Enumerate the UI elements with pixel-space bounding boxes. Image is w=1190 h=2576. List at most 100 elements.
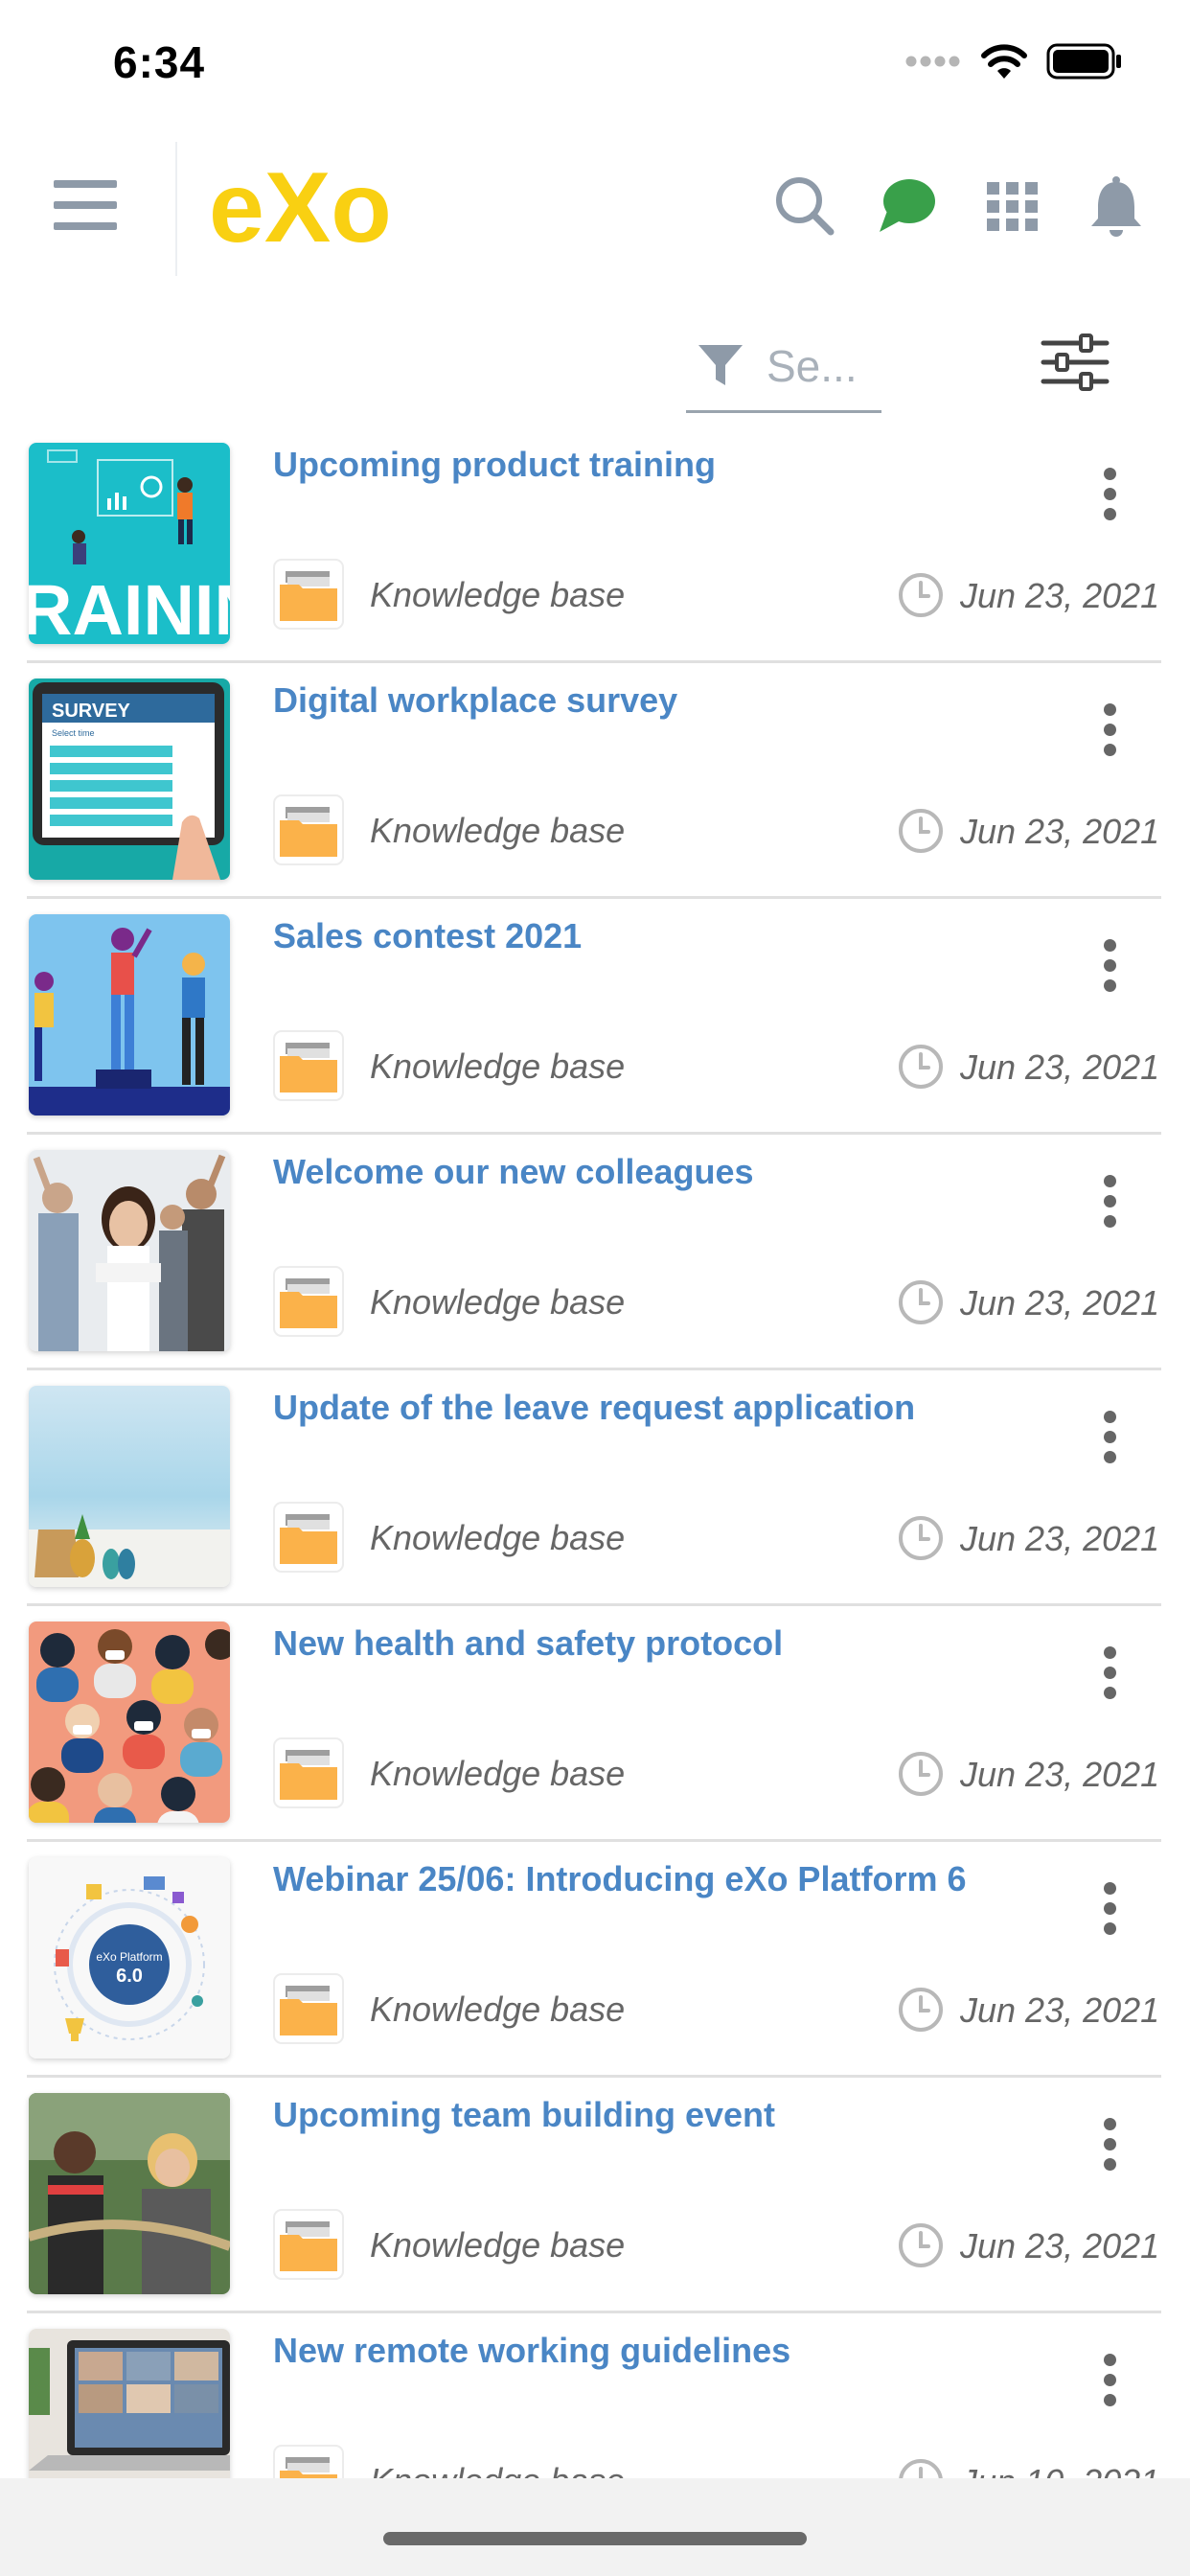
news-date: Jun 23, 2021 (960, 1990, 1160, 2030)
space-name: Knowledge base (370, 811, 626, 850)
more-options-icon[interactable] (1088, 1646, 1131, 1714)
folder-icon (273, 1030, 344, 1101)
clock-icon (899, 2459, 943, 2478)
news-thumbnail[interactable] (29, 2329, 230, 2478)
cellular-signal-icon (905, 56, 960, 67)
thumb-webinar-line2: 6.0 (116, 1966, 143, 1987)
news-item[interactable]: Welcome our new colleagues Knowledge bas… (0, 1135, 1190, 1370)
news-date: Jun 23, 2021 (960, 1755, 1160, 1794)
more-options-icon[interactable] (1088, 939, 1131, 1006)
news-thumbnail[interactable] (29, 2093, 230, 2294)
more-options-icon[interactable] (1088, 2354, 1131, 2421)
news-title[interactable]: Upcoming product training (273, 445, 716, 485)
clock-icon (899, 1045, 943, 1089)
news-item[interactable]: Update of the leave request application … (0, 1370, 1190, 1606)
filter-settings-icon[interactable] (1041, 334, 1110, 391)
news-list: RAININ Upcoming product training Knowled… (0, 427, 1190, 2478)
status-icons (904, 42, 1123, 80)
thumb-webinar-line1: eXo Platform (96, 1950, 162, 1964)
space-name: Knowledge base (370, 1046, 626, 1086)
news-thumbnail[interactable]: SURVEY Select time (29, 678, 230, 880)
more-options-icon[interactable] (1088, 468, 1131, 535)
clock-icon (899, 1516, 943, 1560)
news-item[interactable]: Upcoming team building event Knowledge b… (0, 2078, 1190, 2313)
more-options-icon[interactable] (1088, 1882, 1131, 1949)
menu-icon[interactable] (54, 180, 117, 234)
search-icon[interactable] (771, 172, 838, 240)
folder-icon (273, 1266, 344, 1337)
exo-logo[interactable]: eXo (209, 152, 420, 264)
battery-icon (1046, 43, 1121, 80)
space-name: Knowledge base (370, 2225, 626, 2265)
folder-icon (273, 1502, 344, 1573)
news-thumbnail[interactable] (29, 914, 230, 1116)
filter-toolbar (0, 288, 1190, 422)
news-thumbnail[interactable]: RAININ (29, 443, 230, 644)
filter-input[interactable] (765, 339, 881, 393)
space-name: Knowledge base (370, 1518, 626, 1557)
clock-icon (899, 1988, 943, 2032)
space-name: Knowledge base (370, 1282, 626, 1322)
news-date: Jun 10, 2021 (960, 2462, 1159, 2478)
more-options-icon[interactable] (1088, 2118, 1131, 2185)
clock-icon (899, 809, 943, 853)
home-indicator[interactable] (383, 2532, 807, 2545)
news-date: Jun 23, 2021 (960, 576, 1160, 615)
news-thumbnail[interactable]: eXo Platform 6.0 (29, 1857, 230, 2058)
news-title[interactable]: Webinar 25/06: Introducing eXo Platform … (273, 1859, 966, 1899)
news-title[interactable]: New remote working guidelines (273, 2331, 790, 2371)
news-thumbnail[interactable] (29, 1622, 230, 1823)
folder-icon (273, 559, 344, 630)
thumb-training-text: RAININ (29, 570, 230, 644)
logo-text: eXo (209, 165, 392, 255)
app-header: eXo (0, 125, 1190, 288)
folder-icon (273, 1737, 344, 1808)
folder-icon (273, 794, 344, 865)
news-date: Jun 23, 2021 (960, 2226, 1160, 2266)
news-title[interactable]: Welcome our new colleagues (273, 1152, 754, 1192)
news-title[interactable]: Sales contest 2021 (273, 916, 582, 956)
news-item[interactable]: SURVEY Select time Digital workplace sur… (0, 663, 1190, 899)
news-title[interactable]: Upcoming team building event (273, 2095, 775, 2135)
news-title[interactable]: Digital workplace survey (273, 680, 677, 721)
thumb-survey-text: SURVEY (52, 701, 131, 722)
news-thumbnail[interactable] (29, 1386, 230, 1587)
space-name: Knowledge base (370, 2461, 625, 2478)
space-name: Knowledge base (370, 1754, 626, 1793)
news-title[interactable]: New health and safety protocol (273, 1623, 783, 1664)
news-title[interactable]: Update of the leave request application (273, 1388, 915, 1428)
filter-field[interactable] (686, 318, 881, 413)
filter-icon (698, 345, 743, 385)
more-options-icon[interactable] (1088, 1411, 1131, 1478)
folder-icon (273, 2209, 344, 2280)
news-thumbnail[interactable] (29, 1150, 230, 1351)
news-item[interactable]: New remote working guidelines Knowledge … (0, 2313, 1190, 2478)
thumb-survey-subtitle: Select time (52, 728, 95, 738)
more-options-icon[interactable] (1088, 703, 1131, 770)
news-item[interactable]: Sales contest 2021 Knowledge base Jun 23… (0, 899, 1190, 1135)
space-name: Knowledge base (370, 575, 626, 614)
chat-icon[interactable] (874, 172, 941, 240)
status-time: 6:34 (113, 37, 206, 87)
folder-icon (273, 2445, 344, 2478)
clock-icon (899, 1752, 943, 1796)
space-name: Knowledge base (370, 1990, 626, 2029)
news-date: Jun 23, 2021 (960, 1047, 1160, 1087)
status-bar: 6:34 (0, 0, 1190, 125)
clock-icon (899, 2223, 943, 2267)
apps-grid-icon[interactable] (979, 172, 1046, 240)
clock-icon (899, 573, 943, 617)
bell-icon[interactable] (1083, 172, 1150, 240)
news-item[interactable]: eXo Platform 6.0 Webinar 25/06: Introduc… (0, 1842, 1190, 2078)
news-item[interactable]: New health and safety protocol Knowledge… (0, 1606, 1190, 1842)
more-options-icon[interactable] (1088, 1175, 1131, 1242)
clock-icon (899, 1280, 943, 1324)
news-date: Jun 23, 2021 (960, 1283, 1160, 1322)
news-date: Jun 23, 2021 (960, 1519, 1160, 1558)
news-item[interactable]: RAININ Upcoming product training Knowled… (0, 427, 1190, 663)
wifi-icon (981, 44, 1027, 79)
news-date: Jun 23, 2021 (960, 812, 1160, 851)
bottom-bar (0, 2478, 1190, 2576)
header-divider (175, 142, 177, 276)
folder-icon (273, 1973, 344, 2044)
